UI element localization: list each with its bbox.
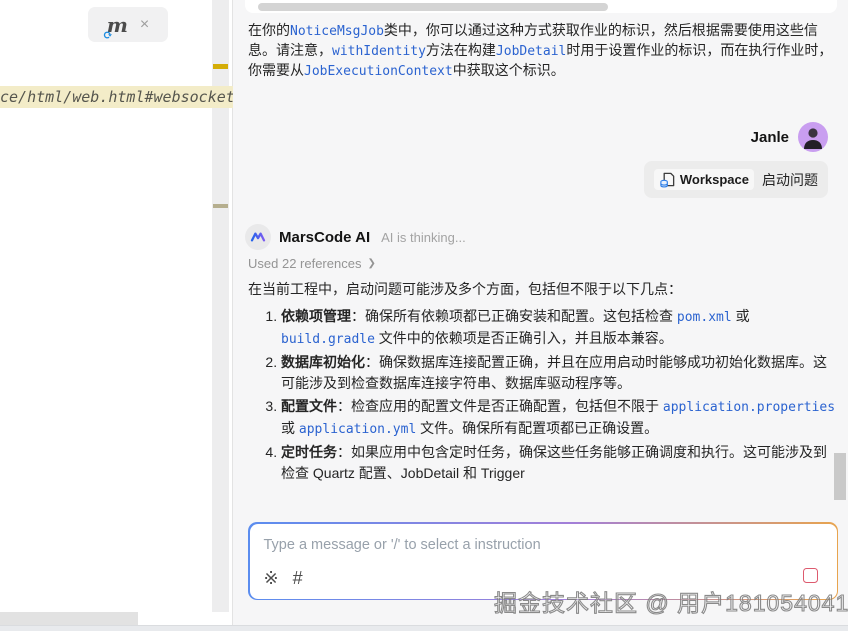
commands-icon[interactable]: ※ (264, 569, 279, 587)
search-match-highlight[interactable]: ce/html/web.html#websocket-st (0, 86, 233, 108)
marscode-logo-icon (245, 224, 271, 250)
ai-header: MarsCode AI AI is thinking... (245, 224, 466, 250)
workspace-folder-icon (659, 171, 676, 188)
ai-name: MarsCode AI (279, 229, 370, 246)
ruler-match-marker-dim (213, 204, 228, 208)
answer-item: 依赖项管理：确保所有依赖项都已正确安装和配置。这包括检查 pom.xml 或 b… (281, 306, 840, 350)
watermark: 掘金技术社区 @ 用户181054041810 (494, 584, 848, 618)
chat-scrollbar[interactable] (834, 453, 846, 500)
avatar[interactable] (798, 122, 828, 152)
user-message-text: 启动问题 (762, 170, 818, 190)
answer-item: 数据库初始化：确保数据库连接配置正确，并且在应用启动时能够成功初始化数据库。这可… (281, 352, 840, 394)
chat-panel: 在你的NoticeMsgJob类中，你可以通过这种方式获取作业的标识，然后根据需… (232, 0, 848, 625)
app-window: m⟳ × ce/html/web.html#websocket-st 在你的No… (0, 0, 848, 631)
user-name: Janle (751, 129, 789, 146)
workspace-tag-label: Workspace (680, 172, 749, 187)
chat-input[interactable]: Type a message or '/' to select a instru… (264, 537, 541, 553)
references-toggle[interactable]: Used 22 references ❯ (248, 256, 376, 271)
user-header: Janle (751, 122, 828, 152)
marscode-mini-logo-icon: m⟳ (107, 15, 128, 35)
answer-list: 依赖项管理：确保所有依赖项都已正确安装和配置。这包括检查 pom.xml 或 b… (248, 306, 840, 486)
ai-message-previous: 在你的NoticeMsgJob类中，你可以通过这种方式获取作业的标识，然后根据需… (248, 21, 834, 81)
ruler-match-marker (213, 64, 228, 69)
editor-pane: m⟳ × ce/html/web.html#websocket-st (0, 0, 232, 625)
workspace-tag[interactable]: Workspace (654, 169, 754, 190)
codeblock-remnant (245, 0, 837, 13)
references-label: Used 22 references (248, 256, 361, 271)
bottom-bar (0, 625, 848, 631)
stop-button[interactable] (803, 568, 818, 583)
answer-item: 定时任务：如果应用中包含定时任务，确保这些任务能够正确调度和执行。这可能涉及到检… (281, 442, 840, 484)
close-icon[interactable]: × (140, 17, 149, 33)
editor-tab[interactable]: m⟳ × (88, 7, 168, 42)
answer-intro: 在当前工程中，启动问题可能涉及多个方面，包括但不限于以下几点： (248, 279, 834, 299)
codeblock-scrollbar[interactable] (258, 3, 608, 11)
user-message-bubble: Workspace 启动问题 (644, 161, 828, 198)
context-hash-icon[interactable]: # (293, 569, 303, 587)
chevron-right-icon: ❯ (367, 258, 375, 269)
horizontal-scrollbar[interactable] (0, 612, 138, 625)
ai-status: AI is thinking... (381, 230, 466, 245)
sync-icon: ⟳ (103, 29, 113, 41)
answer-item: 配置文件：检查应用的配置文件是否正确配置，包括但不限于 application.… (281, 396, 840, 440)
